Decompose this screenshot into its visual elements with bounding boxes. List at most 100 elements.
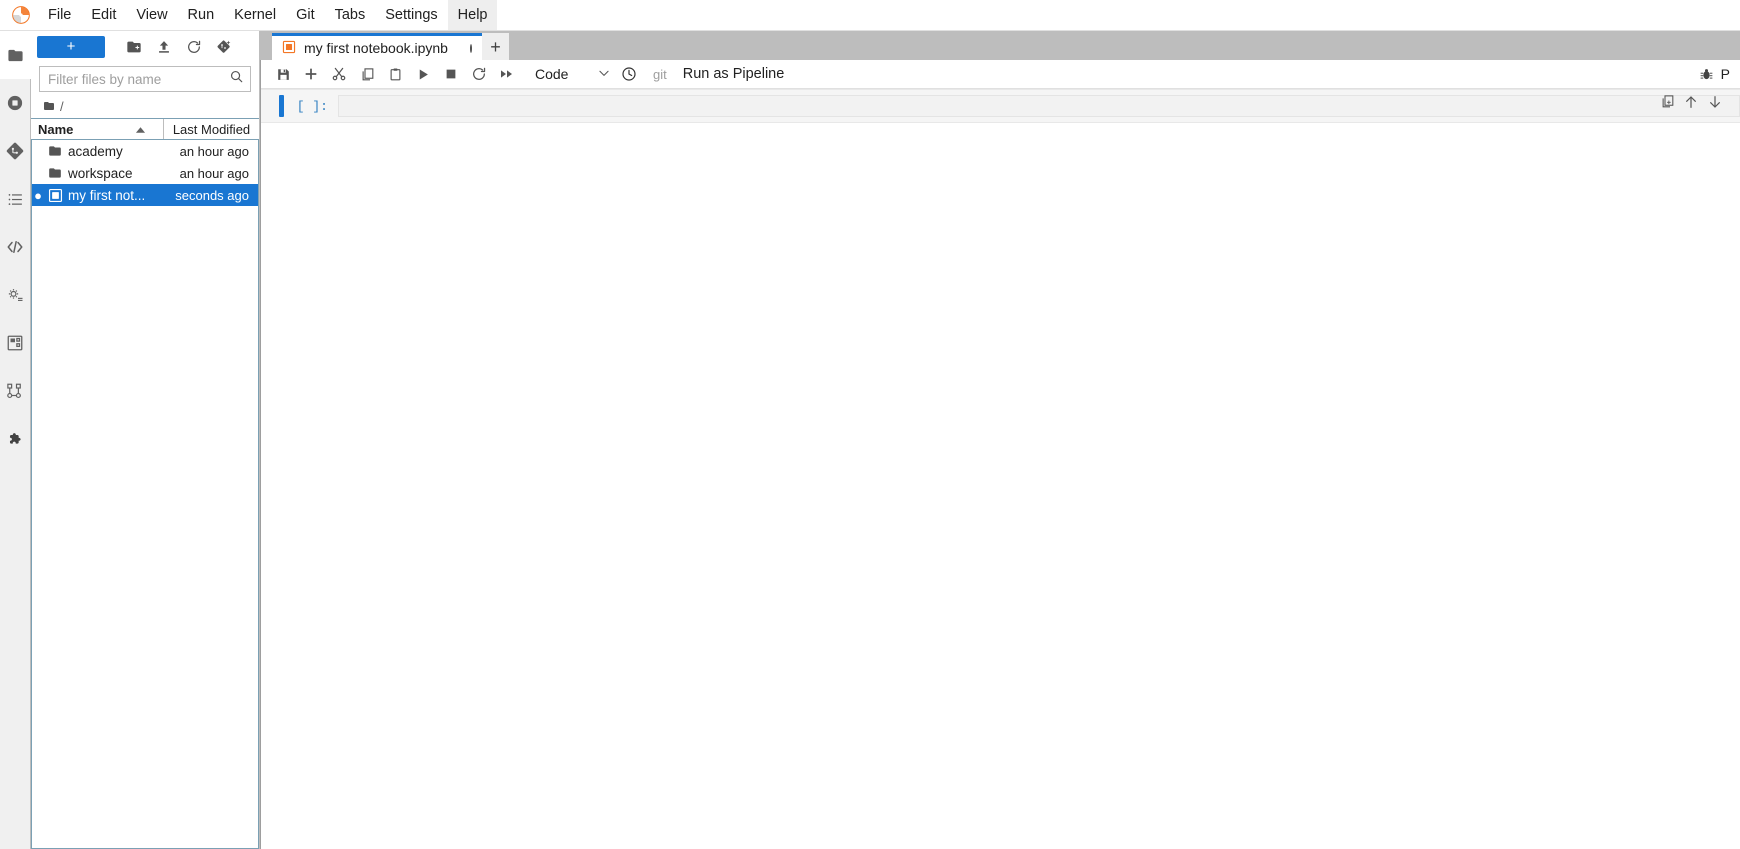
move-cell-down-button[interactable] bbox=[1704, 93, 1726, 115]
move-cell-down-icon bbox=[1707, 94, 1723, 115]
scissors-icon bbox=[331, 66, 347, 82]
menu-help[interactable]: Help bbox=[447, 0, 498, 30]
list-item-modified: an hour ago bbox=[179, 165, 249, 181]
chevron-down-icon bbox=[597, 66, 611, 83]
list-item-name: my first not... bbox=[68, 187, 146, 203]
sort-ascending-icon bbox=[135, 122, 146, 137]
cell-type-select[interactable]: Code bbox=[527, 62, 615, 86]
cell-editor[interactable] bbox=[338, 95, 1740, 117]
restart-run-all-button[interactable] bbox=[493, 62, 521, 86]
move-cell-up-button[interactable] bbox=[1680, 93, 1702, 115]
tab-my-first-notebook[interactable]: my first notebook.ipynb bbox=[272, 33, 482, 60]
sidebar-tab-running[interactable] bbox=[0, 79, 30, 127]
file-list-header: Name Last Modified bbox=[31, 118, 259, 140]
interrupt-kernel-button[interactable] bbox=[437, 62, 465, 86]
code-brackets-icon bbox=[6, 238, 24, 256]
list-item-name: academy bbox=[68, 143, 123, 159]
bug-icon bbox=[1699, 67, 1714, 82]
upload-files-button[interactable] bbox=[149, 35, 179, 59]
node-graph-icon bbox=[6, 382, 24, 400]
running-terminals-icon bbox=[6, 94, 24, 112]
folder-icon bbox=[44, 144, 66, 158]
sidebar-tab-property-inspector[interactable] bbox=[0, 271, 30, 319]
sidebar-tab-runtimes[interactable] bbox=[0, 367, 30, 415]
sidebar-tab-git[interactable] bbox=[0, 127, 30, 175]
sidebar-tab-pipeline-components[interactable] bbox=[0, 319, 30, 367]
git-clone-icon bbox=[216, 39, 232, 55]
list-item[interactable]: ● my first not... seconds ago bbox=[32, 184, 258, 206]
column-header-last-modified-label: Last Modified bbox=[172, 121, 251, 137]
column-header-last-modified[interactable]: Last Modified bbox=[164, 119, 259, 139]
menu-kernel[interactable]: Kernel bbox=[224, 0, 286, 30]
notebook-history-button[interactable] bbox=[615, 62, 643, 86]
notebook-icon bbox=[44, 188, 66, 203]
jupyterlab-application: File Edit View Run Kernel Git Tabs Setti… bbox=[0, 0, 1740, 849]
run-as-pipeline-button[interactable]: Run as Pipeline bbox=[673, 66, 795, 82]
duplicate-cell-button[interactable] bbox=[1656, 93, 1678, 115]
menu-run[interactable]: Run bbox=[178, 0, 225, 30]
menu-view[interactable]: View bbox=[126, 0, 177, 30]
menu-settings[interactable]: Settings bbox=[375, 0, 447, 30]
folder-icon bbox=[44, 166, 66, 180]
cut-cells-button[interactable] bbox=[325, 62, 353, 86]
kernel-name-label[interactable]: P bbox=[1721, 66, 1734, 82]
menu-file[interactable]: File bbox=[38, 0, 81, 30]
refresh-file-list-button[interactable] bbox=[179, 35, 209, 59]
save-notebook-button[interactable] bbox=[269, 62, 297, 86]
new-launcher-button[interactable]: + bbox=[37, 35, 105, 58]
new-folder-icon bbox=[126, 39, 142, 55]
dirty-indicator: ● bbox=[34, 187, 42, 203]
git-icon bbox=[6, 142, 24, 160]
file-filter-box[interactable] bbox=[39, 66, 251, 92]
file-browser-toolbar: + bbox=[31, 31, 259, 62]
copy-icon bbox=[360, 67, 375, 82]
cell-prompt: [ ]: bbox=[296, 99, 328, 114]
restart-kernel-button[interactable] bbox=[465, 62, 493, 86]
menu-bar: File Edit View Run Kernel Git Tabs Setti… bbox=[0, 0, 1740, 31]
notebook-icon bbox=[282, 40, 296, 57]
search-icon bbox=[229, 69, 244, 89]
file-list: academy an hour ago workspace an hour ag… bbox=[31, 140, 259, 849]
sidebar-tab-toc[interactable] bbox=[0, 175, 30, 223]
puzzle-piece-icon bbox=[6, 430, 24, 448]
cell-type-value: Code bbox=[535, 66, 569, 82]
menu-git[interactable]: Git bbox=[286, 0, 325, 30]
application-body: + Filter files by name / Name Last Modif… bbox=[0, 31, 1740, 849]
close-icon[interactable] bbox=[456, 43, 472, 53]
notebook-cell[interactable]: [ ]: bbox=[261, 89, 1740, 123]
sidebar-tab-extension-manager[interactable] bbox=[0, 223, 30, 271]
insert-cell-button[interactable] bbox=[297, 62, 325, 86]
menu-edit[interactable]: Edit bbox=[81, 0, 126, 30]
main-tab-bar: my first notebook.ipynb + bbox=[260, 31, 1740, 60]
breadcrumb-path: / bbox=[60, 98, 64, 114]
paste-icon bbox=[388, 67, 403, 82]
menu-tabs[interactable]: Tabs bbox=[325, 0, 376, 30]
column-header-name-label: Name bbox=[38, 121, 74, 137]
run-cell-button[interactable] bbox=[409, 62, 437, 86]
move-cell-up-icon bbox=[1683, 94, 1699, 115]
breadcrumb[interactable]: / bbox=[31, 94, 259, 118]
file-browser-panel: + Filter files by name / Name Last Modif… bbox=[31, 31, 260, 849]
git-clone-button[interactable] bbox=[209, 35, 239, 59]
list-item[interactable]: academy an hour ago bbox=[32, 140, 258, 162]
upload-icon bbox=[156, 39, 172, 55]
pipeline-components-icon bbox=[6, 334, 24, 352]
debugger-toggle-button[interactable] bbox=[1693, 62, 1721, 86]
refresh-icon bbox=[186, 39, 202, 55]
search-input[interactable] bbox=[48, 71, 229, 87]
copy-cells-button[interactable] bbox=[353, 62, 381, 86]
new-tab-button[interactable]: + bbox=[481, 33, 509, 60]
play-icon bbox=[416, 67, 431, 82]
file-filter-container bbox=[31, 62, 259, 94]
column-header-name[interactable]: Name bbox=[31, 119, 164, 139]
new-folder-button[interactable] bbox=[119, 35, 149, 59]
left-activity-bar bbox=[0, 31, 31, 849]
paste-cells-button[interactable] bbox=[381, 62, 409, 86]
tab-label: my first notebook.ipynb bbox=[304, 40, 448, 56]
list-item[interactable]: workspace an hour ago bbox=[32, 162, 258, 184]
save-icon bbox=[276, 67, 291, 82]
notebook-cell-list[interactable]: [ ]: bbox=[261, 89, 1740, 849]
sidebar-tab-file-browser[interactable] bbox=[0, 31, 31, 79]
notebook-toolbar: Code git Run as Pipeline P bbox=[261, 60, 1740, 89]
sidebar-tab-extensions[interactable] bbox=[0, 415, 30, 463]
